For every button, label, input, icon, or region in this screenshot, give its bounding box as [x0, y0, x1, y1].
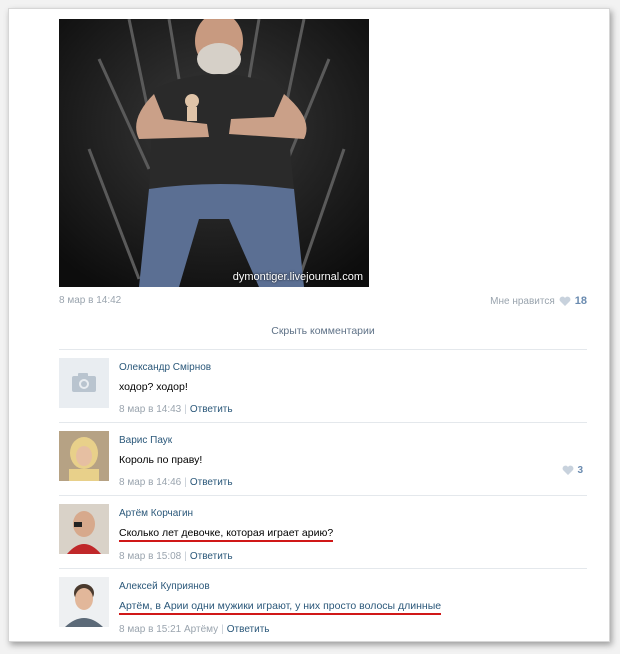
comment-like-button[interactable]: 3: [562, 465, 583, 476]
comment-author[interactable]: Олександр Смірнов: [119, 362, 587, 373]
avatar[interactable]: [59, 431, 109, 481]
reply-link[interactable]: Ответить: [190, 551, 233, 562]
reply-link[interactable]: Ответить: [227, 624, 270, 635]
comment-footer: 8 мар в 14:46 | Ответить: [119, 477, 233, 488]
comment-author[interactable]: Алексей Куприянов: [119, 581, 587, 592]
post-card: dymontiger.livejournal.com 8 мар в 14:42…: [8, 8, 610, 642]
post-photo[interactable]: dymontiger.livejournal.com: [59, 19, 369, 287]
comment-text: Артём, в Арии одни мужики играют, у них …: [119, 600, 442, 615]
avatar[interactable]: [59, 358, 109, 408]
comment-author[interactable]: Артём Корчагин: [119, 508, 587, 519]
comment-text: ходор? ходор!: [119, 381, 188, 393]
post-date[interactable]: 8 мар в 14:42: [59, 295, 121, 306]
avatar[interactable]: [59, 504, 109, 554]
comment-date[interactable]: 8 мар в 15:21: [119, 624, 181, 635]
post-meta: 8 мар в 14:42 Мне нравится 18: [59, 295, 587, 311]
comment: Алексей Куприянов Артём, в Арии одни муж…: [59, 568, 587, 641]
comment: Олександр Смірнов ходор? ходор! 8 мар в …: [59, 349, 587, 422]
comment-date[interactable]: 8 мар в 14:46: [119, 477, 181, 488]
heart-icon: [563, 465, 574, 475]
comment-footer: 8 мар в 15:21 Артёму | Ответить: [119, 624, 270, 635]
comment-date[interactable]: 8 мар в 14:43: [119, 404, 181, 415]
like-count: 18: [574, 295, 587, 307]
comment-text: Сколько лет девочке, которая играет арию…: [119, 527, 334, 542]
like-button[interactable]: Мне нравится 18: [490, 295, 587, 307]
hide-comments-link[interactable]: Скрыть комментарии: [59, 325, 587, 337]
comment-footer: 8 мар в 14:43 | Ответить: [119, 404, 233, 415]
reply-link[interactable]: Ответить: [190, 404, 233, 415]
comment-date[interactable]: 8 мар в 15:08: [119, 551, 181, 562]
reply-to[interactable]: Артёму: [184, 624, 218, 635]
comment-like-count: 3: [577, 465, 583, 476]
comment-text: Король по праву!: [119, 454, 203, 466]
comment: Варис Паук Король по праву! 8 мар в 14:4…: [59, 422, 587, 495]
comment: Артём Корчагин Сколько лет девочке, кото…: [59, 495, 587, 568]
heart-icon: [559, 296, 571, 306]
avatar[interactable]: [59, 577, 109, 627]
photo-watermark: dymontiger.livejournal.com: [232, 271, 363, 283]
comment-author[interactable]: Варис Паук: [119, 435, 587, 446]
reply-link[interactable]: Ответить: [190, 477, 233, 488]
throne-photo-image: [59, 19, 369, 287]
comment-footer: 8 мар в 15:08 | Ответить: [119, 551, 233, 562]
comments-list: Олександр Смірнов ходор? ходор! 8 мар в …: [59, 349, 587, 641]
like-label: Мне нравится: [490, 295, 555, 307]
